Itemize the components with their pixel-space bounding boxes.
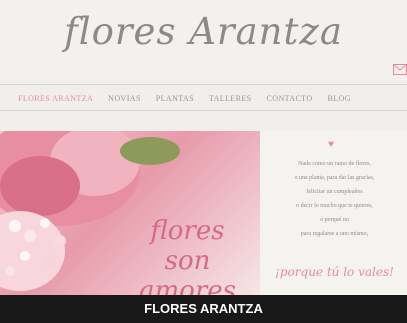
nav-bottom-divider [0, 110, 407, 111]
nav-top-divider [0, 84, 407, 85]
hero-title-line2: son amores [139, 246, 236, 295]
main-nav: FLORES ARANTZA NOVIAS PLANTAS TALLERES C… [18, 94, 351, 103]
caption-text: FLORES ARANTZA [144, 301, 263, 316]
hero-text-line: o decir lo mucho que te quieres, [296, 203, 373, 209]
nav-item-flores-arantza[interactable]: FLORES ARANTZA [18, 94, 93, 103]
hero-quote: Nada como un ramo de flores, o una plant… [262, 157, 407, 241]
hero-text-line: Nada como un ramo de flores, [298, 161, 371, 167]
hero-title: flores son amores [115, 216, 260, 295]
hero-text-line: para regalarse a uno mismo, [300, 231, 369, 237]
caption-bar: FLORES ARANTZA [0, 295, 407, 323]
hero-title-line1: flores [150, 216, 225, 246]
hero-flowers-image: flores son amores [0, 131, 260, 295]
heart-icon: ♥ [328, 139, 334, 150]
hero-text-panel: ♥ Nada como un ramo de flores, o una pla… [262, 131, 407, 295]
nav-item-talleres[interactable]: TALLERES [209, 94, 252, 103]
mail-icon[interactable] [393, 64, 407, 75]
hero-slogan: ¡porque tú lo vales! [275, 265, 394, 279]
hero-text-line: o porqué no [320, 217, 349, 223]
nav-item-contacto[interactable]: CONTACTO [267, 94, 313, 103]
hero-text-line: o una planta, para dar las gracias, [294, 175, 375, 181]
nav-item-blog[interactable]: BLOG [328, 94, 351, 103]
nav-item-plantas[interactable]: PLANTAS [156, 94, 194, 103]
nav-item-novias[interactable]: NOVIAS [108, 94, 141, 103]
hero-section: flores son amores ♥ Nada como un ramo de… [0, 131, 407, 295]
hero-text-line: felicitar un cumpleaños [306, 189, 363, 195]
site-header: flores Arantza [0, 0, 407, 80]
site-logo[interactable]: flores Arantza [0, 10, 407, 53]
